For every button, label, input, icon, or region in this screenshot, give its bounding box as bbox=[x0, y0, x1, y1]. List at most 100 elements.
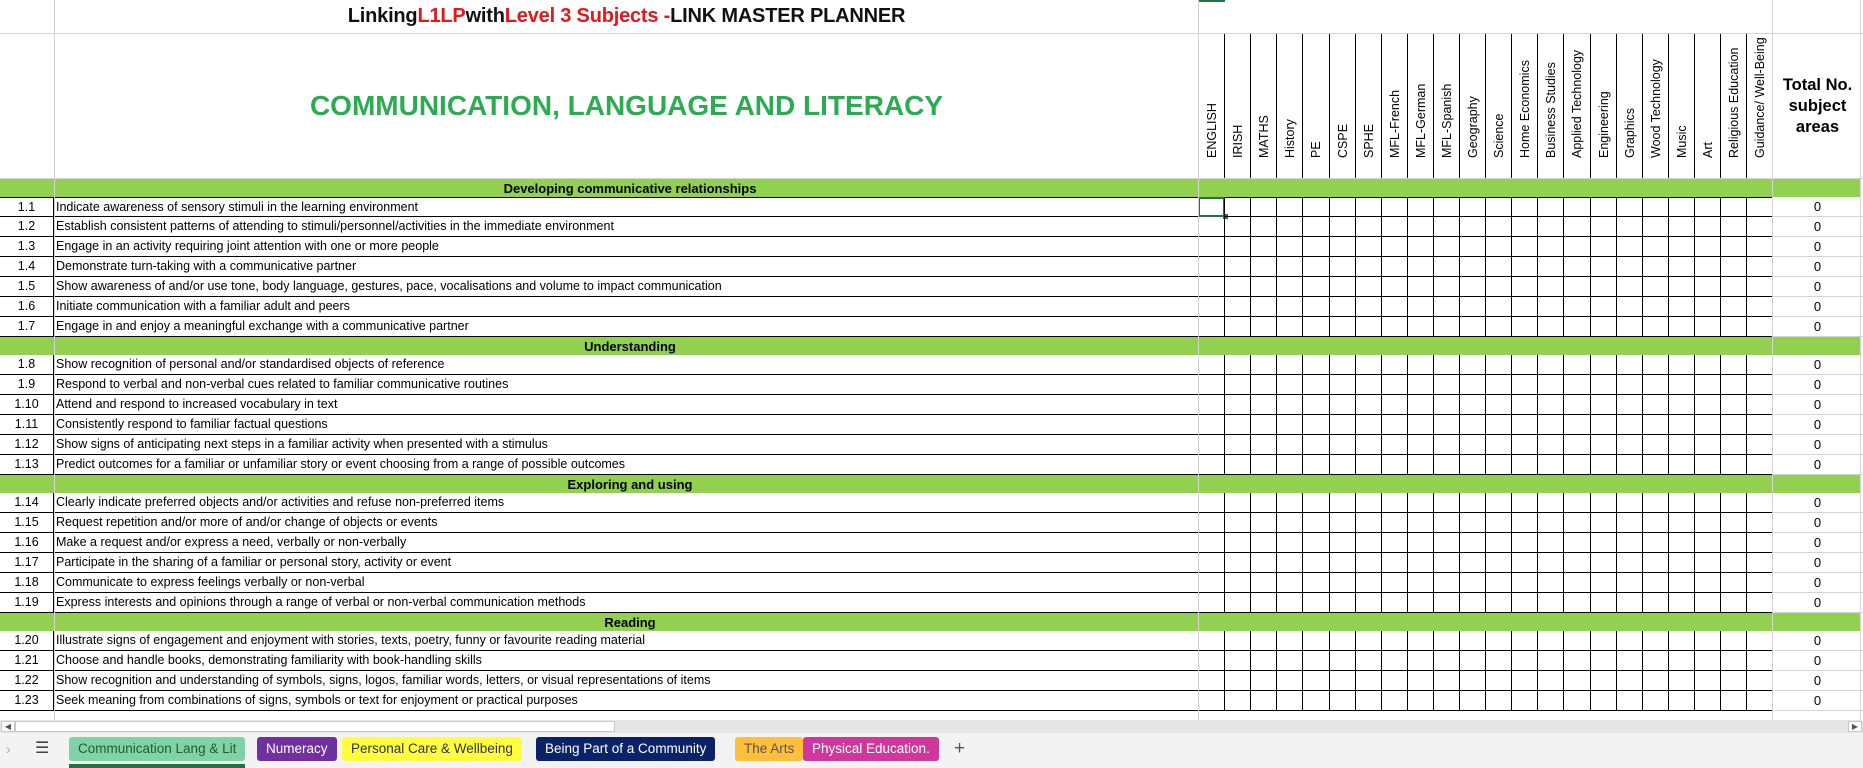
subject-link-cell[interactable] bbox=[1720, 415, 1748, 435]
subject-link-cell[interactable] bbox=[1641, 317, 1669, 337]
subject-link-cell[interactable] bbox=[1746, 573, 1774, 593]
section-header[interactable]: Developing communicative relationships bbox=[0, 179, 1860, 197]
subject-link-cell[interactable] bbox=[1641, 533, 1669, 553]
subject-link-cell[interactable] bbox=[1250, 493, 1278, 513]
sheet-tab[interactable]: Personal Care & Wellbeing bbox=[342, 737, 522, 761]
subject-link-cell[interactable] bbox=[1641, 277, 1669, 297]
subject-link-cell[interactable] bbox=[1250, 217, 1278, 237]
subject-link-cell[interactable] bbox=[1693, 455, 1721, 475]
subject-link-cell[interactable] bbox=[1198, 197, 1229, 219]
subject-link-cell[interactable] bbox=[1328, 395, 1356, 415]
subject-header[interactable]: Art bbox=[1693, 33, 1721, 179]
subject-link-cell[interactable] bbox=[1563, 631, 1591, 651]
subject-link-cell[interactable] bbox=[1354, 277, 1382, 297]
subject-link-cell[interactable] bbox=[1615, 355, 1643, 375]
subject-link-cell[interactable] bbox=[1354, 513, 1382, 533]
subject-link-cell[interactable] bbox=[1354, 395, 1382, 415]
subject-link-cell[interactable] bbox=[1250, 375, 1278, 395]
total-subject-count[interactable]: 0 bbox=[1772, 217, 1863, 237]
subject-link-cell[interactable] bbox=[1406, 257, 1434, 277]
subject-link-cell[interactable] bbox=[1224, 435, 1252, 455]
subject-link-cell[interactable] bbox=[1380, 573, 1408, 593]
subject-link-cell[interactable] bbox=[1276, 593, 1304, 613]
subject-link-cell[interactable] bbox=[1667, 375, 1695, 395]
subject-link-cell[interactable] bbox=[1328, 533, 1356, 553]
subject-link-cell[interactable] bbox=[1224, 631, 1252, 651]
subject-header[interactable]: Guidance/ Well-Being bbox=[1746, 33, 1774, 179]
subject-link-cell[interactable] bbox=[1406, 317, 1434, 337]
subject-link-cell[interactable] bbox=[1693, 573, 1721, 593]
subject-link-cell[interactable] bbox=[1485, 513, 1513, 533]
subject-link-cell[interactable] bbox=[1380, 355, 1408, 375]
subject-link-cell[interactable] bbox=[1537, 631, 1565, 651]
subject-link-cell[interactable] bbox=[1380, 455, 1408, 475]
subject-link-cell[interactable] bbox=[1224, 455, 1252, 475]
outcome-description[interactable]: Show recognition of personal and/or stan… bbox=[54, 355, 1198, 375]
total-subject-count[interactable]: 0 bbox=[1772, 297, 1863, 317]
subject-link-cell[interactable] bbox=[1224, 593, 1252, 613]
total-subject-count[interactable]: 0 bbox=[1772, 415, 1863, 435]
outcome-description[interactable]: Seek meaning from combinations of signs,… bbox=[54, 691, 1198, 711]
subject-link-cell[interactable] bbox=[1537, 573, 1565, 593]
subject-link-cell[interactable] bbox=[1406, 297, 1434, 317]
subject-link-cell[interactable] bbox=[1615, 573, 1643, 593]
subject-link-cell[interactable] bbox=[1693, 317, 1721, 337]
subject-header[interactable]: Applied Technology bbox=[1563, 33, 1591, 179]
outcome-number[interactable]: 1.13 bbox=[0, 455, 54, 475]
total-subject-count[interactable]: 0 bbox=[1772, 257, 1863, 277]
outcome-description[interactable]: Demonstrate turn-taking with a communica… bbox=[54, 257, 1198, 277]
subject-link-cell[interactable] bbox=[1406, 691, 1434, 711]
subject-link-cell[interactable] bbox=[1537, 375, 1565, 395]
subject-link-cell[interactable] bbox=[1459, 691, 1487, 711]
subject-link-cell[interactable] bbox=[1693, 237, 1721, 257]
subject-link-cell[interactable] bbox=[1485, 671, 1513, 691]
sheet-tab[interactable]: Being Part of a Community bbox=[536, 737, 716, 761]
subject-link-cell[interactable] bbox=[1328, 375, 1356, 395]
subject-link-cell[interactable] bbox=[1198, 651, 1226, 671]
subject-link-cell[interactable] bbox=[1667, 435, 1695, 455]
subject-link-cell[interactable] bbox=[1511, 513, 1539, 533]
subject-link-cell[interactable] bbox=[1746, 493, 1774, 513]
subject-link-cell[interactable] bbox=[1641, 435, 1669, 455]
subject-link-cell[interactable] bbox=[1198, 237, 1226, 257]
subject-link-cell[interactable] bbox=[1459, 237, 1487, 257]
subject-link-cell[interactable] bbox=[1432, 493, 1460, 513]
subject-link-cell[interactable] bbox=[1485, 237, 1513, 257]
outcome-number[interactable]: 1.2 bbox=[0, 217, 54, 237]
subject-link-cell[interactable] bbox=[1746, 257, 1774, 277]
subject-header[interactable]: MATHS bbox=[1250, 33, 1278, 179]
subject-link-cell[interactable] bbox=[1615, 513, 1643, 533]
subject-link-cell[interactable] bbox=[1276, 553, 1304, 573]
subject-link-cell[interactable] bbox=[1406, 217, 1434, 237]
subject-link-cell[interactable] bbox=[1354, 317, 1382, 337]
total-subject-count[interactable]: 0 bbox=[1772, 435, 1863, 455]
subject-link-cell[interactable] bbox=[1459, 533, 1487, 553]
subject-link-cell[interactable] bbox=[1380, 297, 1408, 317]
subject-link-cell[interactable] bbox=[1746, 415, 1774, 435]
subject-link-cell[interactable] bbox=[1380, 395, 1408, 415]
subject-header[interactable]: PE bbox=[1302, 33, 1330, 179]
subject-link-cell[interactable] bbox=[1485, 257, 1513, 277]
subject-link-cell[interactable] bbox=[1224, 257, 1252, 277]
subject-header[interactable]: Engineering bbox=[1589, 33, 1617, 179]
subject-link-cell[interactable] bbox=[1302, 455, 1330, 475]
subject-link-cell[interactable] bbox=[1485, 297, 1513, 317]
subject-link-cell[interactable] bbox=[1537, 237, 1565, 257]
subject-link-cell[interactable] bbox=[1406, 631, 1434, 651]
outcome-number[interactable]: 1.19 bbox=[0, 593, 54, 613]
subject-link-cell[interactable] bbox=[1615, 217, 1643, 237]
outcome-description[interactable]: Attend and respond to increased vocabula… bbox=[54, 395, 1198, 415]
subject-link-cell[interactable] bbox=[1667, 651, 1695, 671]
subject-link-cell[interactable] bbox=[1328, 455, 1356, 475]
subject-link-cell[interactable] bbox=[1615, 631, 1643, 651]
subject-link-cell[interactable] bbox=[1720, 435, 1748, 455]
subject-link-cell[interactable] bbox=[1667, 573, 1695, 593]
subject-link-cell[interactable] bbox=[1485, 651, 1513, 671]
subject-link-cell[interactable] bbox=[1589, 455, 1617, 475]
subject-link-cell[interactable] bbox=[1224, 297, 1252, 317]
subject-link-cell[interactable] bbox=[1563, 257, 1591, 277]
subject-link-cell[interactable] bbox=[1485, 533, 1513, 553]
subject-link-cell[interactable] bbox=[1198, 493, 1226, 513]
subject-link-cell[interactable] bbox=[1432, 691, 1460, 711]
subject-link-cell[interactable] bbox=[1406, 513, 1434, 533]
